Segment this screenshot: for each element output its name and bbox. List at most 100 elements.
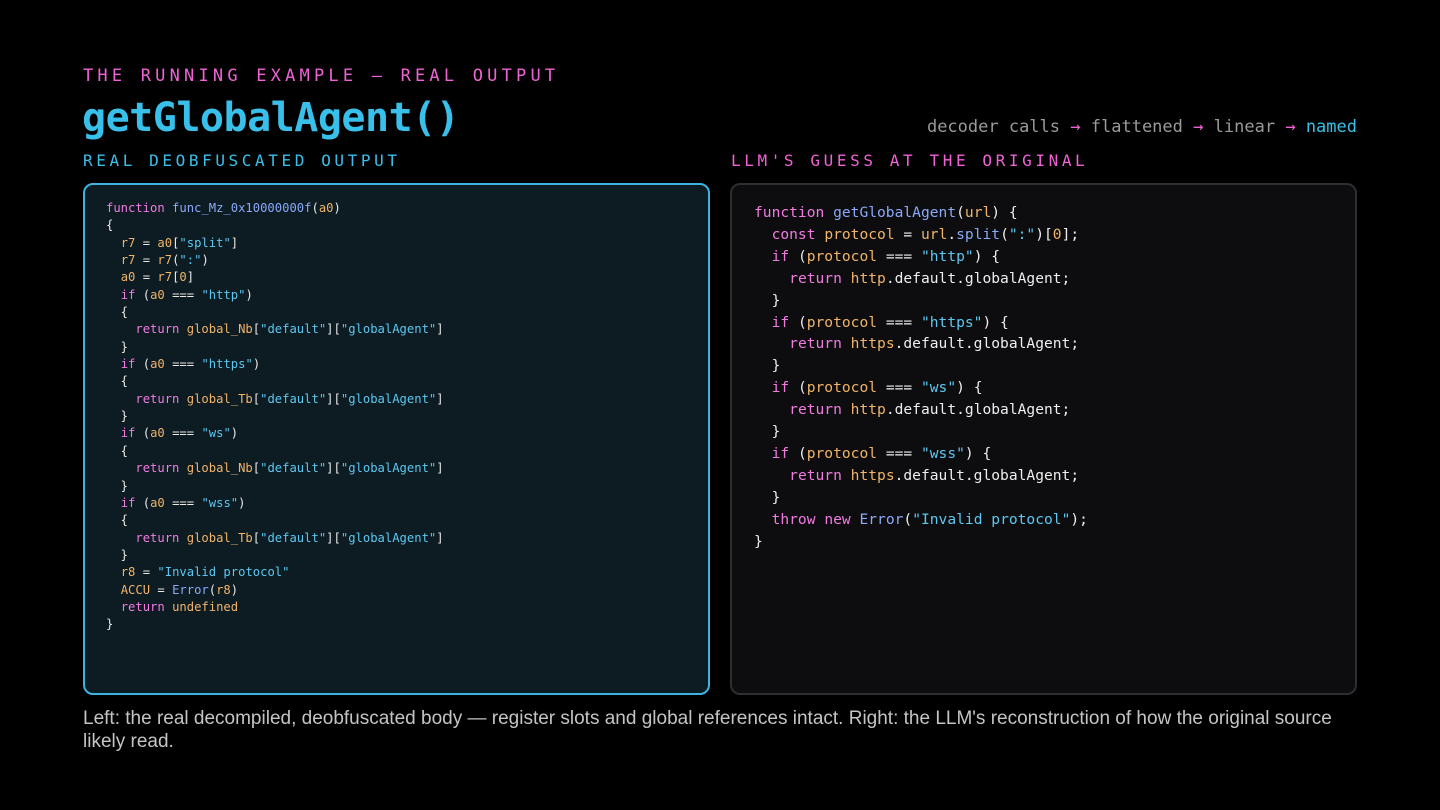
code-token: a0 [150, 426, 165, 441]
code-token: "split" [179, 235, 231, 250]
code-token: protocol [824, 225, 895, 243]
code-token: r7 [120, 253, 136, 268]
code-token: "default" [260, 391, 327, 406]
code-token: } [106, 339, 129, 354]
llm-guess-code-block: function getGlobalAgent(url) { const pro… [754, 202, 1088, 553]
code-token: 0 [1052, 225, 1062, 243]
code-line: } [754, 531, 1088, 553]
code-line: } [106, 547, 444, 564]
code-token: "globalAgent" [340, 391, 437, 406]
code-token: } [754, 423, 781, 441]
code-token: ( [789, 313, 807, 331]
code-token: ( [311, 201, 319, 215]
code-token: return [120, 599, 165, 614]
code-token: return [789, 401, 842, 419]
page-title: getGlobalAgent() [82, 95, 460, 141]
code-token: = [894, 225, 921, 243]
code-token: r8 [216, 582, 231, 597]
code-token: split [956, 225, 1001, 243]
code-token: ) [333, 201, 341, 215]
code-token: === [164, 287, 202, 302]
code-line: } [106, 408, 444, 425]
code-token: return [789, 269, 842, 287]
code-token: . [947, 225, 957, 243]
code-token: ][ [326, 461, 341, 476]
code-line: } [106, 339, 444, 356]
code-token: ) [252, 357, 261, 372]
code-token: } [754, 532, 763, 550]
eyebrow-heading: THE RUNNING EXAMPLE — REAL OUTPUT [83, 66, 560, 86]
code-token: function [754, 204, 825, 221]
left-panel-label: REAL DEOBFUSCATED OUTPUT [83, 151, 401, 170]
pipeline-step-named: named [1305, 117, 1357, 137]
code-token: "globalAgent" [340, 322, 437, 337]
arrow-right-icon: → [1285, 117, 1296, 137]
code-line: r7 = r7(":") [106, 252, 444, 269]
code-token: .default.globalAgent; [894, 466, 1080, 484]
code-line: } [754, 290, 1088, 312]
code-token: new [824, 510, 851, 528]
code-token: === [877, 247, 921, 265]
code-token: Error [859, 510, 904, 528]
code-token: return [135, 391, 180, 406]
code-token: http [850, 269, 886, 287]
code-token: Error [172, 582, 209, 597]
code-token: ( [135, 357, 151, 372]
code-token: return [135, 461, 180, 476]
code-token: getGlobalAgent [833, 204, 957, 221]
code-token: https [850, 466, 895, 484]
code-token: https [850, 335, 895, 353]
code-token: ) [230, 426, 239, 441]
code-token: r7 [157, 270, 173, 285]
code-token: { [106, 305, 129, 320]
code-token: === [164, 357, 202, 372]
code-token: "https" [201, 357, 253, 372]
code-line: return undefined [106, 599, 444, 616]
pipeline-steps: decoder calls → flattened → linear → nam… [927, 117, 1357, 137]
pipeline-step-decoder-calls: decoder calls [926, 117, 1061, 137]
code-token: r7 [157, 253, 173, 268]
code-token: global_Tb [186, 530, 253, 545]
code-token: = [150, 582, 173, 597]
code-line: { [106, 512, 444, 529]
code-token: protocol [806, 313, 878, 331]
code-token: } [106, 478, 129, 493]
code-line: if (a0 === "http") [106, 287, 444, 304]
code-line: } [754, 421, 1088, 443]
code-token: a0 [150, 357, 165, 372]
code-token: protocol [806, 247, 878, 265]
code-line: return global_Tb["default"]["globalAgent… [106, 391, 443, 408]
code-token: ( [789, 444, 807, 462]
code-token: r7 [120, 235, 136, 250]
code-line: a0 = r7[0] [106, 269, 444, 286]
code-token: = [135, 235, 158, 250]
llm-guess-code-panel: function getGlobalAgent(url) { const pro… [730, 183, 1357, 695]
code-token: "default" [260, 461, 327, 476]
code-line: return http.default.globalAgent; [754, 268, 1088, 290]
code-line: r8 = "Invalid protocol" [106, 564, 444, 581]
code-token: = [135, 565, 158, 580]
code-token: ]; [1061, 225, 1080, 243]
code-token: ) [238, 495, 246, 510]
code-token: "Invalid protocol" [912, 510, 1071, 528]
code-token: .default.globalAgent; [885, 401, 1071, 419]
code-line: { [106, 217, 444, 234]
